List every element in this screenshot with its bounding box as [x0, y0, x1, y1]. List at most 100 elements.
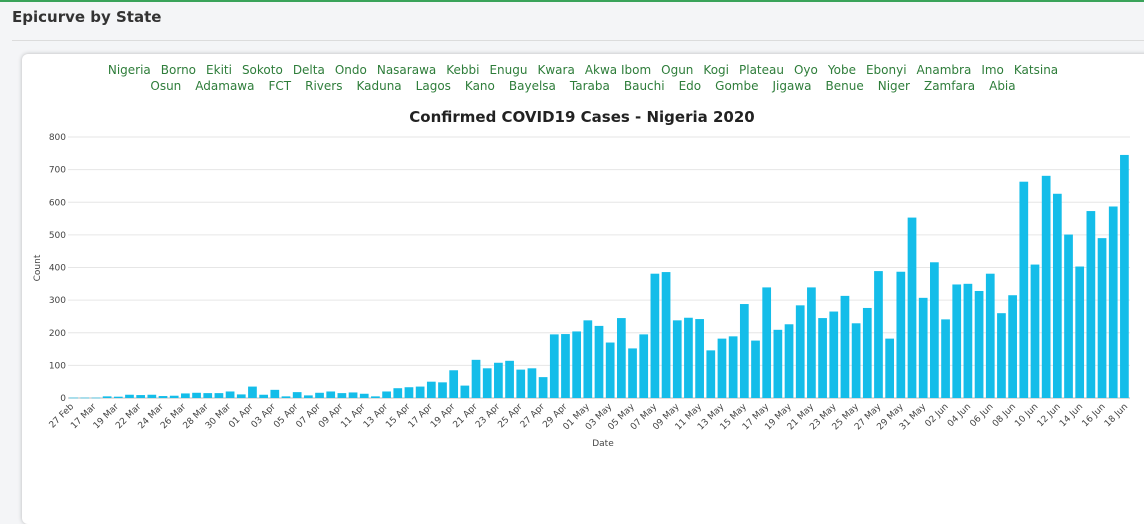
- bar[interactable]: [695, 319, 704, 398]
- bar[interactable]: [930, 262, 939, 398]
- bar[interactable]: [371, 396, 380, 398]
- bar[interactable]: [136, 395, 146, 398]
- bar[interactable]: [617, 318, 626, 398]
- bar[interactable]: [102, 396, 112, 398]
- y-tick-label: 800: [49, 133, 66, 143]
- bar[interactable]: [784, 324, 794, 398]
- bar[interactable]: [516, 369, 526, 398]
- bar[interactable]: [494, 362, 503, 398]
- bar[interactable]: [69, 397, 78, 399]
- bar[interactable]: [214, 393, 224, 398]
- bar[interactable]: [706, 350, 716, 398]
- bar[interactable]: [583, 320, 593, 398]
- bar[interactable]: [147, 394, 157, 398]
- bar[interactable]: [795, 305, 805, 398]
- bar[interactable]: [192, 392, 201, 398]
- bar[interactable]: [1019, 181, 1029, 398]
- bar[interactable]: [773, 329, 783, 398]
- bar[interactable]: [460, 385, 470, 398]
- bar[interactable]: [259, 394, 268, 398]
- bar[interactable]: [818, 318, 827, 398]
- bar[interactable]: [907, 217, 917, 398]
- bar[interactable]: [1041, 175, 1051, 398]
- bar[interactable]: [997, 313, 1006, 398]
- bar[interactable]: [505, 360, 514, 398]
- bar[interactable]: [326, 391, 336, 398]
- bar[interactable]: [840, 295, 850, 398]
- bar[interactable]: [829, 311, 839, 398]
- bar[interactable]: [1052, 193, 1062, 398]
- bar[interactable]: [337, 393, 347, 398]
- bar[interactable]: [1097, 238, 1107, 398]
- bar[interactable]: [382, 391, 391, 398]
- x-axis-label: Date: [592, 439, 614, 449]
- bar[interactable]: [851, 323, 861, 398]
- bar[interactable]: [739, 304, 749, 398]
- bar[interactable]: [438, 382, 447, 398]
- bar[interactable]: [482, 368, 492, 398]
- bar[interactable]: [1075, 266, 1085, 398]
- bar[interactable]: [538, 377, 548, 398]
- bar[interactable]: [113, 396, 123, 398]
- bar[interactable]: [169, 395, 179, 398]
- bar[interactable]: [225, 391, 235, 398]
- bar[interactable]: [1086, 211, 1096, 398]
- bar[interactable]: [303, 395, 313, 398]
- bar[interactable]: [650, 273, 660, 398]
- bar[interactable]: [807, 287, 816, 398]
- bar[interactable]: [248, 386, 257, 398]
- bar[interactable]: [896, 271, 906, 398]
- bar[interactable]: [661, 272, 671, 398]
- bar[interactable]: [862, 307, 872, 398]
- bar[interactable]: [80, 397, 90, 399]
- bar[interactable]: [751, 340, 760, 398]
- bar[interactable]: [426, 381, 436, 398]
- bar[interactable]: [348, 392, 358, 398]
- bar[interactable]: [885, 338, 895, 398]
- bar[interactable]: [639, 334, 649, 398]
- bar[interactable]: [572, 331, 581, 398]
- bar[interactable]: [471, 359, 481, 398]
- bar[interactable]: [527, 368, 537, 398]
- bar[interactable]: [952, 284, 962, 398]
- bar[interactable]: [561, 334, 570, 398]
- bar[interactable]: [1008, 295, 1017, 398]
- bar[interactable]: [181, 393, 190, 398]
- bar[interactable]: [315, 392, 324, 398]
- chart-bars: [69, 154, 1129, 399]
- bar[interactable]: [393, 388, 403, 398]
- bar[interactable]: [918, 297, 928, 398]
- bar[interactable]: [236, 394, 246, 398]
- bar[interactable]: [974, 290, 984, 398]
- bar[interactable]: [672, 320, 682, 398]
- bar[interactable]: [281, 396, 291, 398]
- epicurve-card: Nigeria Borno Ekiti Sokoto Delta Ondo Nasarawa…: [22, 54, 1144, 524]
- header-divider: [12, 40, 1144, 41]
- bar[interactable]: [125, 394, 134, 398]
- bar[interactable]: [684, 317, 693, 398]
- bar[interactable]: [270, 389, 280, 398]
- bar[interactable]: [1064, 234, 1073, 398]
- bar[interactable]: [728, 336, 738, 398]
- bar[interactable]: [1030, 264, 1040, 398]
- bar[interactable]: [985, 273, 995, 398]
- bar[interactable]: [874, 271, 883, 398]
- bar[interactable]: [594, 325, 604, 398]
- bar[interactable]: [91, 397, 101, 399]
- bar[interactable]: [1108, 206, 1118, 398]
- bar[interactable]: [158, 396, 168, 398]
- bar[interactable]: [941, 319, 950, 398]
- bar[interactable]: [963, 283, 973, 398]
- bar[interactable]: [762, 287, 772, 398]
- bar[interactable]: [359, 393, 369, 398]
- bar[interactable]: [292, 392, 302, 398]
- bar[interactable]: [203, 393, 213, 398]
- bar[interactable]: [415, 386, 425, 398]
- bar[interactable]: [449, 370, 459, 398]
- bar[interactable]: [549, 334, 559, 398]
- bar[interactable]: [717, 338, 727, 398]
- bar[interactable]: [605, 342, 615, 398]
- bar[interactable]: [1120, 154, 1129, 398]
- bar[interactable]: [628, 348, 637, 398]
- bar[interactable]: [404, 387, 414, 398]
